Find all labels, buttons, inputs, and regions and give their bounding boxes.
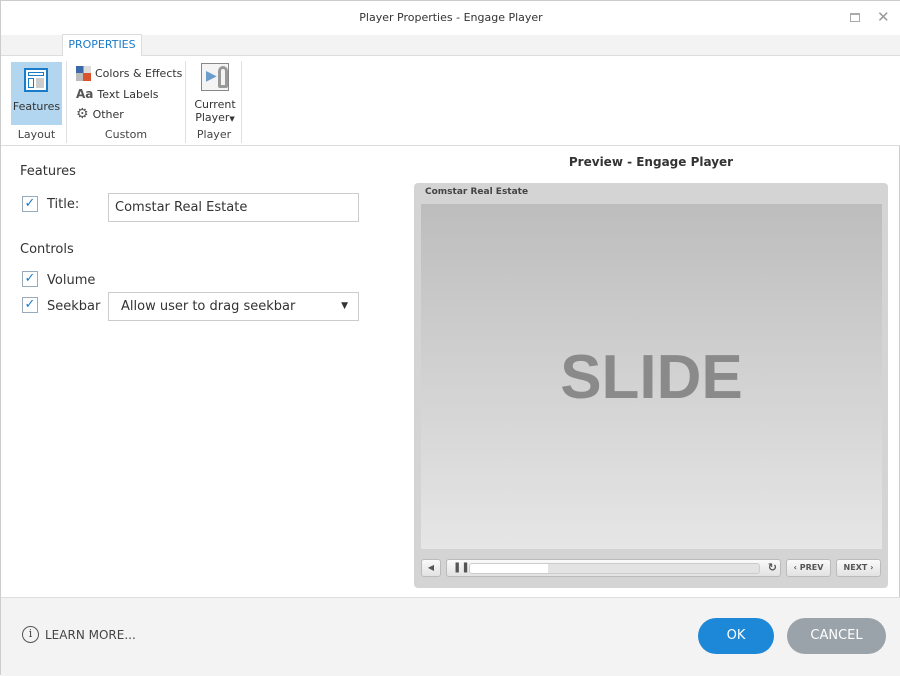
slide-text: SLIDE [560, 343, 743, 412]
learn-more-link[interactable]: i LEARN MORE... [22, 626, 136, 643]
volume-checkbox[interactable]: ✓ [22, 271, 38, 287]
tab-properties[interactable]: PROPERTIES [62, 34, 142, 56]
chevron-down-icon: ▼ [229, 115, 235, 123]
chevron-down-icon: ▼ [341, 301, 348, 311]
player-preview: Comstar Real Estate SLIDE ◀ ❚❚ ↻ ‹ PREV … [414, 183, 888, 588]
cancel-button[interactable]: CANCEL [787, 618, 886, 654]
replay-icon[interactable]: ↻ [768, 560, 777, 576]
info-icon: i [22, 626, 39, 643]
seekbar-fill [470, 564, 549, 573]
ok-button[interactable]: OK [698, 618, 774, 654]
player-wrench-icon: ▶ [201, 63, 229, 91]
features-heading: Features [20, 164, 76, 179]
player-title: Comstar Real Estate [425, 187, 529, 197]
seekbar-track[interactable] [469, 563, 760, 574]
title-label: Title: [47, 197, 80, 212]
title-input[interactable]: Comstar Real Estate [108, 193, 359, 222]
colors-effects-button[interactable]: Colors & Effects [76, 65, 182, 81]
layout-icon [24, 68, 48, 92]
seekbar-label: Seekbar [47, 299, 101, 314]
window-title: Player Properties - Engage Player [359, 11, 543, 24]
ribbon-separator [241, 61, 242, 143]
features-button[interactable]: Features [11, 62, 62, 125]
seekbar-checkbox[interactable]: ✓ [22, 297, 38, 313]
group-label-layout: Layout [17, 128, 56, 141]
text-labels-icon: Aa [76, 87, 94, 101]
maximize-button[interactable] [850, 13, 860, 22]
features-label: Features [12, 100, 61, 113]
seekbar-container: ❚❚ ↻ [446, 559, 781, 577]
close-button[interactable]: ✕ [877, 8, 890, 26]
preview-heading: Preview - Engage Player [568, 155, 734, 169]
volume-label: Volume [47, 273, 96, 288]
gear-icon: ⚙ [76, 106, 89, 122]
group-label-player: Player [196, 128, 232, 141]
text-labels-button[interactable]: Aa Text Labels [76, 87, 159, 101]
controls-heading: Controls [20, 242, 74, 257]
volume-button[interactable]: ◀ [421, 559, 441, 577]
colors-icon [76, 65, 91, 81]
group-label-custom: Custom [104, 128, 148, 141]
pause-icon[interactable]: ❚❚ [453, 560, 470, 576]
title-checkbox[interactable]: ✓ [22, 196, 38, 212]
other-button[interactable]: ⚙ Other [76, 107, 124, 121]
current-player-button[interactable]: ▶ Current Player▼ [191, 61, 239, 125]
next-button[interactable]: NEXT › [836, 559, 881, 577]
seekbar-dropdown[interactable]: Allow user to drag seekbar ▼ [108, 292, 359, 321]
slide-area: SLIDE [421, 204, 882, 549]
prev-button[interactable]: ‹ PREV [786, 559, 831, 577]
